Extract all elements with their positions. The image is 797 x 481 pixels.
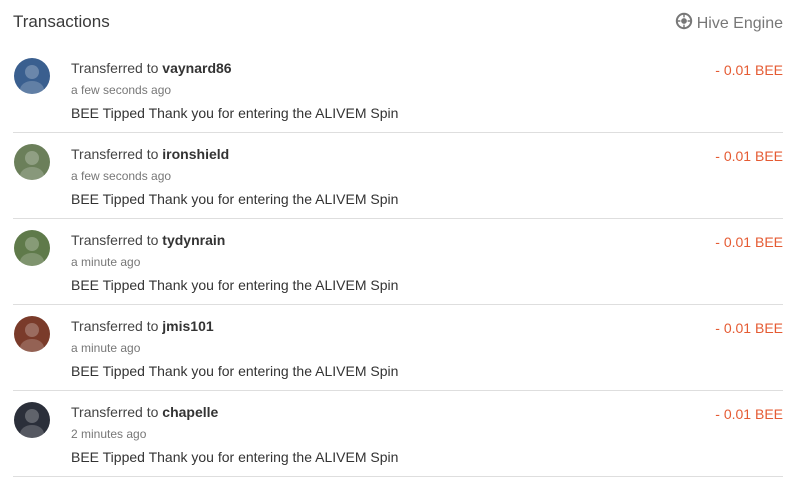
- transaction-description: Transferred to tydynrain: [71, 232, 225, 248]
- avatar[interactable]: [14, 230, 50, 266]
- transaction-amount: - 0.01 BEE: [715, 148, 783, 164]
- recipient-link[interactable]: tydynrain: [162, 232, 225, 248]
- transaction-description: Transferred to chapelle: [71, 404, 218, 420]
- transaction-row: Transferred to jmis101 a minute ago BEE …: [13, 305, 783, 391]
- hive-engine-icon: [675, 12, 693, 35]
- transaction-action: Transferred to: [71, 318, 159, 334]
- transaction-memo: BEE Tipped Thank you for entering the AL…: [71, 449, 399, 465]
- avatar[interactable]: [14, 402, 50, 438]
- transaction-memo: BEE Tipped Thank you for entering the AL…: [71, 105, 399, 121]
- transaction-time: a minute ago: [71, 255, 141, 269]
- transaction-list: Transferred to vaynard86 a few seconds a…: [13, 47, 783, 477]
- transaction-action: Transferred to: [71, 146, 159, 162]
- recipient-link[interactable]: jmis101: [162, 318, 213, 334]
- transaction-row: Transferred to ironshield a few seconds …: [13, 133, 783, 219]
- transaction-action: Transferred to: [71, 404, 159, 420]
- transactions-header: Transactions Hive Engine: [0, 0, 797, 46]
- transaction-row: Transferred to chapelle 2 minutes ago BE…: [13, 391, 783, 477]
- recipient-link[interactable]: chapelle: [162, 404, 218, 420]
- transaction-memo: BEE Tipped Thank you for entering the AL…: [71, 277, 399, 293]
- transaction-time: 2 minutes ago: [71, 427, 147, 441]
- transaction-amount: - 0.01 BEE: [715, 406, 783, 422]
- transaction-memo: BEE Tipped Thank you for entering the AL…: [71, 191, 399, 207]
- avatar[interactable]: [14, 58, 50, 94]
- page-title: Transactions: [13, 12, 110, 31]
- recipient-link[interactable]: vaynard86: [162, 60, 231, 76]
- avatar[interactable]: [14, 144, 50, 180]
- recipient-link[interactable]: ironshield: [162, 146, 229, 162]
- avatar[interactable]: [14, 316, 50, 352]
- hive-engine-label: Hive Engine: [696, 14, 783, 32]
- transaction-action: Transferred to: [71, 60, 159, 76]
- transaction-action: Transferred to: [71, 232, 159, 248]
- transaction-amount: - 0.01 BEE: [715, 62, 783, 78]
- transaction-time: a minute ago: [71, 341, 141, 355]
- transaction-time: a few seconds ago: [71, 83, 172, 97]
- hive-engine-link[interactable]: Hive Engine: [675, 12, 783, 35]
- transaction-row: Transferred to tydynrain a minute ago BE…: [13, 219, 783, 305]
- transaction-amount: - 0.01 BEE: [715, 234, 783, 250]
- transaction-time: a few seconds ago: [71, 169, 172, 183]
- transaction-row: Transferred to vaynard86 a few seconds a…: [13, 47, 783, 133]
- transaction-description: Transferred to ironshield: [71, 146, 229, 162]
- transaction-memo: BEE Tipped Thank you for entering the AL…: [71, 363, 399, 379]
- transaction-description: Transferred to vaynard86: [71, 60, 232, 76]
- transaction-description: Transferred to jmis101: [71, 318, 214, 334]
- transaction-amount: - 0.01 BEE: [715, 320, 783, 336]
